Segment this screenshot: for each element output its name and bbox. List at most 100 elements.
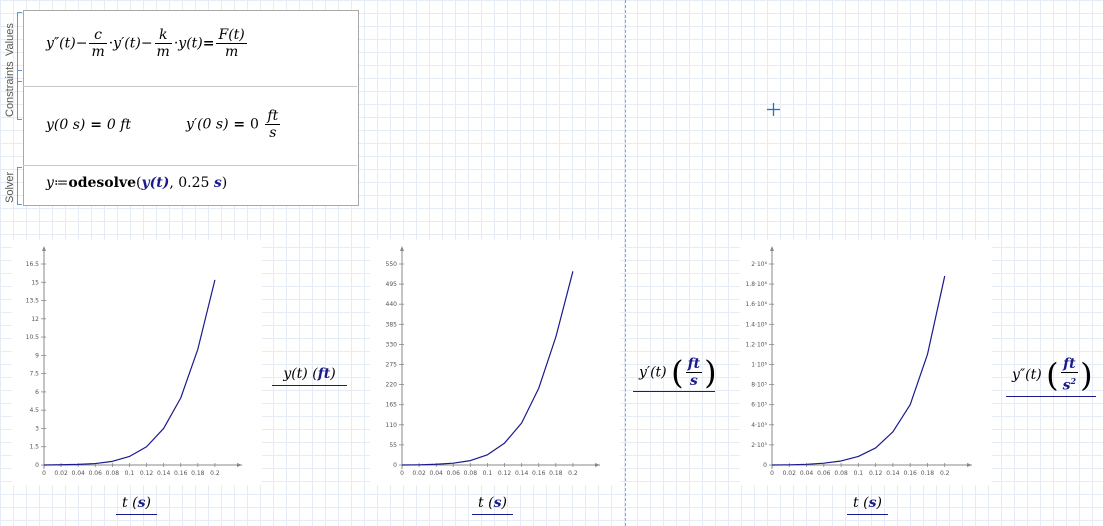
- xlabel-var: t: [853, 495, 859, 511]
- ic-y0-val: 0 ft: [106, 117, 132, 133]
- ylabel-unit: ft: [317, 366, 331, 382]
- y-tick-label: 4·10⁵: [751, 422, 767, 429]
- y-tick-label: 15: [31, 279, 39, 286]
- plot-acceleration-svg: 0 0.02 0.04 0.06 0.08 0.1 0.12 0.14 0.16 0.18 0.2 0…: [746, 246, 972, 477]
- x-tick-label: 0.12: [498, 470, 512, 477]
- y-tick-label: 0: [393, 462, 397, 469]
- ylabel-var: y″(t): [1012, 366, 1042, 383]
- ylabel-unit-num: ft: [685, 356, 703, 373]
- plot-velocity-ylabel[interactable]: y′(t) (ft s): [633, 356, 717, 392]
- x-tick-label: 0.1: [125, 470, 135, 477]
- values-bracket[interactable]: [17, 12, 22, 120]
- x-tick-label: 0.02: [783, 470, 797, 477]
- x-tick-label: 0.06: [89, 470, 103, 477]
- plot-velocity[interactable]: 0 0.02 0.04 0.06 0.08 0.1 0.12 0.14 0.16 0.18 0.2 0…: [370, 240, 620, 485]
- odesolve-definition[interactable]: y≔odesolve(y(t), 0.25 s): [46, 175, 227, 191]
- x-tick-label: 0.1: [483, 470, 493, 477]
- x-tick-label: 0.14: [157, 470, 171, 477]
- ic-s: s: [269, 125, 277, 141]
- page-boundary: [625, 0, 626, 526]
- eq-equals: =: [202, 35, 215, 52]
- x-tick-label: 0.08: [834, 470, 848, 477]
- differential-equation[interactable]: y″(t)− c m ·y′(t)− k m ·y(t)= F(t) m: [46, 27, 249, 60]
- y-tick-label: 6·10⁵: [751, 402, 767, 409]
- ic-y0: y(0 s): [46, 117, 86, 133]
- y-tick-label: 0: [763, 462, 767, 469]
- y-tick-label: 165: [386, 402, 398, 409]
- y-tick-label: 495: [386, 281, 398, 288]
- x-tick-label: 0.14: [886, 470, 900, 477]
- y-tick-label: 3: [35, 425, 39, 432]
- ylabel-unit-exp: 2: [1070, 376, 1077, 386]
- x-tick-label: 0.12: [869, 470, 883, 477]
- x-tick-label: 0.2: [940, 470, 950, 477]
- plot-acceleration-xlabel[interactable]: t (s): [847, 495, 888, 515]
- x-axis-arrow: [237, 463, 242, 467]
- ylabel-var: y′(t): [639, 364, 667, 381]
- series-line: [771, 275, 946, 466]
- solver-arg2: 0.25: [178, 175, 210, 191]
- x-tick-label: 0.02: [54, 470, 68, 477]
- series-line: [401, 271, 574, 466]
- plot-velocity-svg: 0 0.02 0.04 0.06 0.08 0.1 0.12 0.14 0.16 0.18 0.2 0…: [386, 246, 600, 477]
- region-label-constraints: Constraints: [4, 61, 16, 117]
- y-tick-label: 8·10⁵: [751, 382, 767, 389]
- crosshair-cursor-icon: [767, 103, 780, 116]
- ylabel-unit-den-s: s: [1062, 377, 1071, 394]
- plot-acceleration[interactable]: 0 0.02 0.04 0.06 0.08 0.1 0.12 0.14 0.16 0.18 0.2 0…: [740, 240, 992, 485]
- plot-velocity-xlabel[interactable]: t (s): [472, 495, 513, 515]
- ic-ft: ft: [265, 108, 281, 125]
- initial-condition-y[interactable]: y(0 s) = 0 ft: [46, 117, 131, 133]
- x-tick-label: 0.06: [817, 470, 831, 477]
- plot-position[interactable]: 0 0.02 0.04 0.06 0.08 0.1 0.12 0.14 0.16 0.18 0.2 0…: [12, 240, 262, 485]
- y-axis-arrow: [400, 246, 404, 251]
- y-tick-label: 16.5: [26, 261, 40, 268]
- solver-arg1: y(t): [141, 175, 170, 191]
- eq-y: y(t): [178, 35, 203, 52]
- x-tick-label: 0.04: [430, 470, 444, 477]
- eq-yp: y′(t): [113, 35, 141, 52]
- y-tick-label: 1.6·10⁶: [746, 301, 768, 308]
- eq-k: k: [154, 27, 172, 44]
- region-divider: [23, 165, 357, 166]
- plot-position-xlabel[interactable]: t (s): [116, 495, 157, 515]
- y-axis-arrow: [770, 246, 774, 251]
- y-tick-label: 330: [386, 341, 398, 348]
- x-tick-label: 0.16: [174, 470, 188, 477]
- y-tick-label: 4.5: [29, 407, 39, 414]
- x-tick-label: 0.06: [447, 470, 461, 477]
- x-tick-label: 0.18: [549, 470, 563, 477]
- y-tick-label: 550: [386, 261, 398, 268]
- eq-ypp: y″(t): [46, 35, 76, 52]
- y-tick-label: 1.5: [29, 444, 39, 451]
- x-tick-label: 0.2: [568, 470, 578, 477]
- x-tick-label: 0.02: [412, 470, 426, 477]
- y-tick-label: 275: [386, 362, 398, 369]
- y-tick-label: 1.8·10⁶: [746, 281, 768, 288]
- initial-condition-yp[interactable]: y′(0 s) = 0 ft s: [186, 108, 282, 141]
- y-tick-label: 7.5: [29, 371, 39, 378]
- solver-bracket[interactable]: [17, 167, 22, 205]
- solver-lhs: y: [46, 175, 54, 191]
- ylabel-unit-den: s2: [1061, 373, 1078, 394]
- y-tick-label: 1·10⁶: [751, 362, 767, 369]
- ic-yp0: y′(0 s): [186, 116, 229, 133]
- constraints-bracket[interactable]: [17, 70, 22, 82]
- x-tick-label: 0.08: [464, 470, 478, 477]
- y-tick-label: 385: [386, 321, 398, 328]
- x-tick-label: 0.16: [532, 470, 546, 477]
- x-tick-label: 0.04: [72, 470, 86, 477]
- plot-position-ylabel[interactable]: y(t) (ft): [272, 366, 347, 386]
- y-tick-label: 12: [31, 316, 39, 323]
- y-axis-arrow: [42, 246, 46, 251]
- y-tick-label: 220: [386, 382, 398, 389]
- x-tick-label: 0.04: [800, 470, 814, 477]
- y-tick-label: 440: [386, 301, 398, 308]
- solver-arg2-unit: s: [213, 175, 222, 191]
- solver-fn: odesolve: [68, 175, 137, 191]
- x-axis-arrow: [595, 463, 600, 467]
- y-tick-label: 110: [386, 422, 398, 429]
- x-tick-label: 0.12: [140, 470, 154, 477]
- y-tick-label: 2·10⁵: [751, 442, 767, 449]
- plot-acceleration-ylabel[interactable]: y″(t) (ft s2): [1006, 356, 1096, 397]
